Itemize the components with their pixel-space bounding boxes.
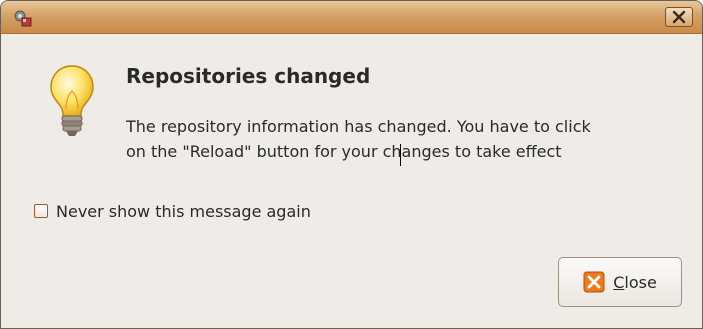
never-show-again-label[interactable]: Never show this message again (56, 202, 311, 221)
close-icon (672, 10, 686, 24)
never-show-again-checkbox-row[interactable]: Never show this message again (34, 200, 311, 222)
dialog-heading: Repositories changed (126, 64, 371, 88)
close-button[interactable]: Close (558, 257, 682, 307)
close-button-label-rest: lose (624, 272, 657, 292)
text-cursor (400, 144, 401, 166)
never-show-again-checkbox[interactable] (34, 204, 48, 218)
dialog-message: The repository information has changed. … (126, 114, 696, 164)
close-button-label: Close (613, 273, 657, 292)
close-icon (583, 271, 605, 293)
lightbulb-icon (50, 65, 94, 136)
dialog-window: Repositories changed The repository info… (0, 0, 703, 329)
message-line-1: The repository information has changed. … (126, 117, 591, 136)
close-button-mnemonic: C (613, 272, 625, 292)
titlebar[interactable] (1, 1, 702, 34)
package-manager-icon (14, 10, 32, 27)
message-line-2: on the "Reload" button for your changes … (126, 142, 562, 161)
titlebar-close-button[interactable] (665, 7, 693, 27)
